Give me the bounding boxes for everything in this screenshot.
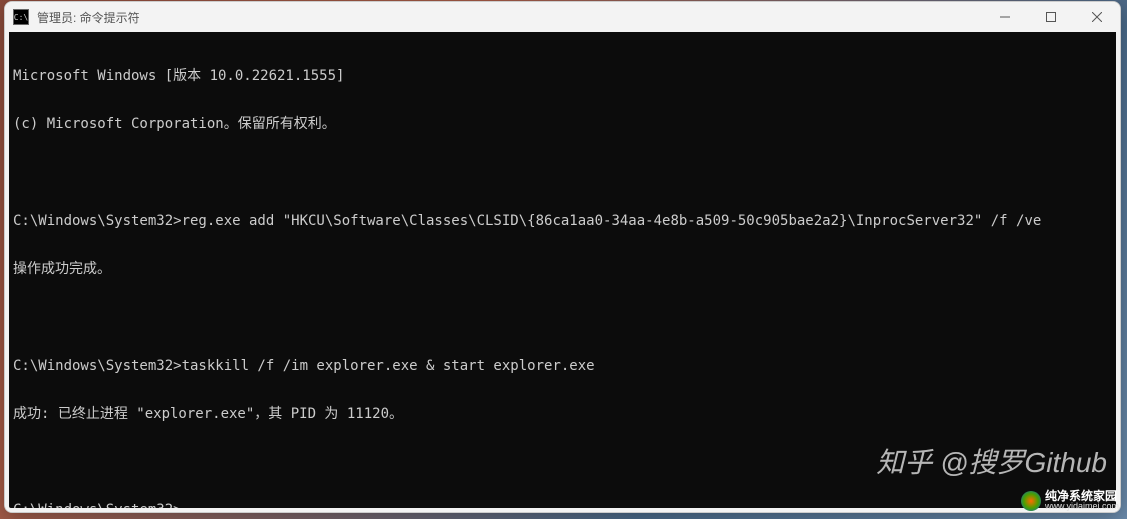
window-controls [982,2,1120,32]
terminal-blank [13,165,1112,181]
titlebar[interactable]: C:\ 管理员: 命令提示符 [5,2,1120,32]
close-icon [1092,12,1102,22]
window-title: 管理员: 命令提示符 [37,9,982,26]
terminal-line: 成功: 已终止进程 "explorer.exe"，其 PID 为 11120。 [13,406,1112,422]
terminal-output[interactable]: Microsoft Windows [版本 10.0.22621.1555] (… [5,32,1120,512]
maximize-button[interactable] [1028,2,1074,32]
minimize-icon [1000,12,1010,22]
terminal-line: 操作成功完成。 [13,261,1112,277]
terminal-line: C:\Windows\System32>reg.exe add "HKCU\So… [13,213,1112,229]
terminal-blank [13,454,1112,470]
terminal-line: Microsoft Windows [版本 10.0.22621.1555] [13,68,1112,84]
cmd-icon: C:\ [13,9,29,25]
maximize-icon [1046,12,1056,22]
terminal-line: (c) Microsoft Corporation。保留所有权利。 [13,116,1112,132]
terminal-blank [13,310,1112,326]
terminal-prompt: C:\Windows\System32> [13,502,1112,512]
close-button[interactable] [1074,2,1120,32]
command-prompt-window: C:\ 管理员: 命令提示符 Microsoft Windows [版本 10.… [4,1,1121,513]
terminal-line: C:\Windows\System32>taskkill /f /im expl… [13,358,1112,374]
minimize-button[interactable] [982,2,1028,32]
